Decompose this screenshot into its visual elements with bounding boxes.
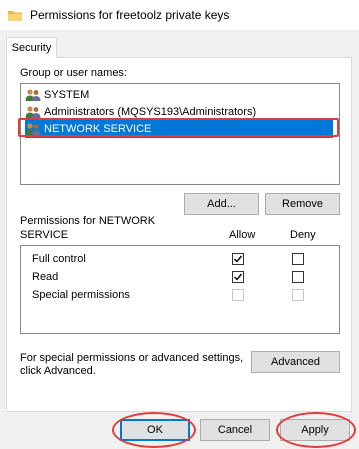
- permission-name: Read: [32, 271, 59, 283]
- deny-checkbox-special: [292, 289, 304, 301]
- users-group-icon: [25, 88, 41, 102]
- deny-column-header: Deny: [290, 229, 316, 241]
- permissions-table: Full control Read Special permissions: [20, 245, 340, 334]
- folder-icon: [8, 9, 22, 21]
- list-item-administrators[interactable]: Administrators (MQSYS193\Administrators): [25, 103, 333, 121]
- allow-checkbox-read[interactable]: [232, 271, 244, 283]
- tab-security[interactable]: Security: [6, 37, 57, 58]
- permission-row-special: Special permissions: [21, 286, 339, 305]
- users-group-icon: [25, 105, 41, 119]
- advanced-hint-line2: click Advanced.: [20, 365, 96, 377]
- user-listbox[interactable]: SYSTEM Administrators (MQSYS193\Administ…: [20, 83, 340, 185]
- list-item-label: Administrators (MQSYS193\Administrators): [44, 106, 257, 118]
- apply-button[interactable]: Apply: [280, 419, 350, 441]
- remove-button[interactable]: Remove: [265, 193, 340, 215]
- deny-checkbox-full-control[interactable]: [292, 253, 304, 265]
- group-names-label: Group or user names:: [20, 67, 127, 79]
- list-item-label: SYSTEM: [44, 89, 90, 101]
- permission-row-full-control: Full control: [21, 250, 339, 269]
- allow-checkbox-special: [232, 289, 244, 301]
- permission-name: Full control: [32, 253, 86, 265]
- permission-row-read: Read: [21, 268, 339, 287]
- permission-name: Special permissions: [32, 289, 130, 301]
- list-item-system[interactable]: SYSTEM: [25, 86, 333, 104]
- allow-column-header: Allow: [229, 229, 256, 241]
- window-title: Permissions for freetoolz private keys: [30, 8, 230, 22]
- list-item-network-service[interactable]: NETWORK SERVICE: [25, 120, 333, 138]
- permissions-header-line2: SERVICE: [20, 229, 69, 241]
- ok-button[interactable]: OK: [120, 419, 190, 441]
- list-item-label: NETWORK SERVICE: [44, 123, 152, 135]
- advanced-hint-line1: For special permissions or advanced sett…: [20, 352, 244, 364]
- cancel-button[interactable]: Cancel: [200, 419, 270, 441]
- title-bar: Permissions for freetoolz private keys: [0, 0, 359, 30]
- add-button[interactable]: Add...: [184, 193, 259, 215]
- permissions-header-line1: Permissions for NETWORK: [20, 215, 156, 227]
- deny-checkbox-read[interactable]: [292, 271, 304, 283]
- allow-checkbox-full-control[interactable]: [232, 253, 244, 265]
- advanced-button[interactable]: Advanced: [251, 351, 340, 373]
- users-group-icon: [25, 122, 41, 136]
